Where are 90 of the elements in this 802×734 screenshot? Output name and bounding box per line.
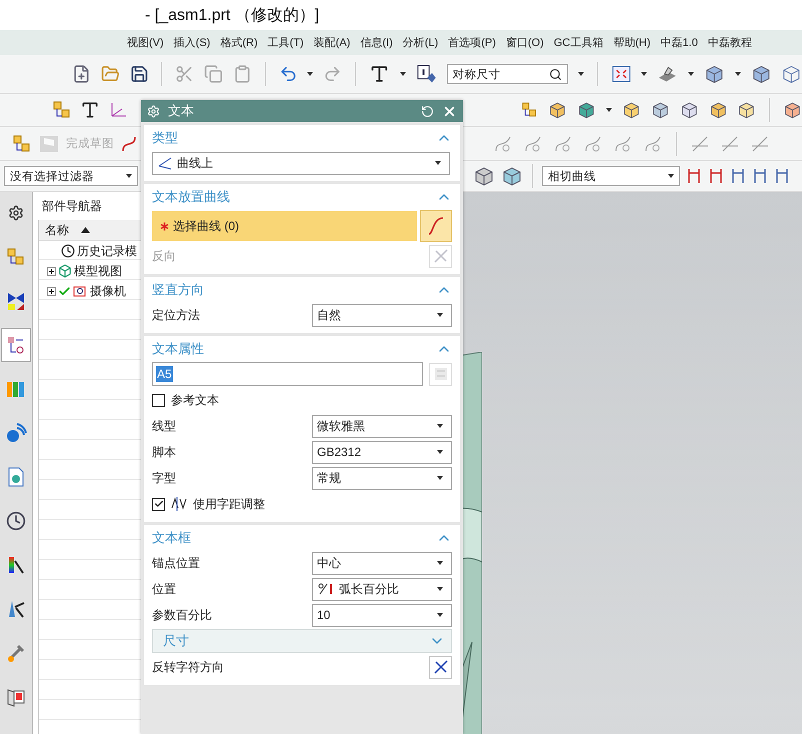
dimension-icon[interactable] xyxy=(686,167,702,185)
command-search-field[interactable]: 对称尺寸 xyxy=(446,64,568,84)
menu-item[interactable]: 插入(S) xyxy=(168,35,216,50)
sort-up-icon[interactable] xyxy=(81,227,90,233)
option-dropdown[interactable]: 弧长百分比 xyxy=(312,578,452,600)
box-icon[interactable] xyxy=(680,100,699,120)
text-input-field[interactable]: A5 xyxy=(152,362,423,386)
section-title[interactable]: 文本属性 xyxy=(152,340,204,358)
menu-item[interactable]: 帮助(H) xyxy=(608,35,656,50)
option-label: 字型 xyxy=(152,470,176,486)
box-icon[interactable] xyxy=(473,166,495,186)
option-dropdown[interactable]: 微软雅黑 xyxy=(312,414,452,438)
tree-item-label[interactable]: 摄像机 xyxy=(90,282,126,300)
option-label: 位置 xyxy=(152,580,176,598)
option-label: 反向 xyxy=(152,248,176,264)
curve-button[interactable] xyxy=(420,210,452,242)
clock-icon xyxy=(61,244,75,258)
checkbox-label: 使用字距调整 xyxy=(193,496,265,512)
section-title[interactable]: 竖直方向 xyxy=(152,281,204,299)
option-dropdown[interactable]: GB2312 xyxy=(312,440,452,464)
type-dropdown[interactable]: 曲线上 xyxy=(152,152,450,174)
option-label: 脚本 xyxy=(152,444,176,460)
cube-icon xyxy=(58,264,72,278)
new-file-icon[interactable] xyxy=(72,64,91,84)
flip-direction-button[interactable] xyxy=(429,656,452,678)
navigator-title: 部件导航器 xyxy=(41,198,103,214)
option-label: 反转字符方向 xyxy=(152,658,224,676)
reset-icon[interactable] xyxy=(421,104,434,118)
part-navigator-icon[interactable] xyxy=(1,328,31,362)
option-label: 锚点位置 xyxy=(152,554,200,572)
list-icon xyxy=(434,367,448,381)
search-icon[interactable] xyxy=(548,68,562,80)
dimension-icon[interactable] xyxy=(708,167,724,185)
curve-arrow-icon xyxy=(157,156,173,170)
menu-item[interactable]: 中磊1.0 xyxy=(656,35,703,50)
sketch-icon[interactable] xyxy=(12,134,32,154)
text-icon[interactable] xyxy=(80,100,100,120)
column-header[interactable]: 名称 xyxy=(45,222,69,238)
checkbox[interactable] xyxy=(152,498,165,510)
camera-icon xyxy=(73,284,88,298)
window-title: - [_asm1.prt （修改的）] xyxy=(145,6,320,26)
menu-item[interactable]: 分析(L) xyxy=(398,35,444,50)
save-icon[interactable] xyxy=(130,64,148,84)
option-label: 线型 xyxy=(152,418,176,434)
checkmark-icon[interactable] xyxy=(58,284,71,298)
expand-toggle-icon[interactable] xyxy=(47,286,56,296)
box-icon[interactable] xyxy=(622,100,641,120)
menu-item[interactable]: 装配(A) xyxy=(308,35,356,50)
text-icon[interactable] xyxy=(369,63,390,85)
shaded-view-icon[interactable] xyxy=(657,64,678,84)
line-icon[interactable] xyxy=(720,134,740,154)
checkbox-label: 参考文本 xyxy=(171,392,219,408)
info-icon[interactable] xyxy=(416,63,437,85)
section-title[interactable]: 文本框 xyxy=(152,529,191,547)
selection-filter-dropdown[interactable]: 没有选择过滤器 xyxy=(4,166,138,186)
fit-view-icon[interactable] xyxy=(610,64,632,84)
box-icon[interactable] xyxy=(783,100,802,120)
menu-item[interactable]: 信息(I) xyxy=(355,35,398,50)
menu-item[interactable]: 格式(R) xyxy=(215,35,263,50)
section-title[interactable]: 文本放置曲线 xyxy=(152,188,230,206)
sketch-icon[interactable] xyxy=(52,100,72,120)
box-icon[interactable] xyxy=(501,166,523,186)
tree-item-label[interactable]: 模型视图 xyxy=(74,262,122,280)
section-title[interactable]: 类型 xyxy=(152,129,178,147)
crossed-arrows-icon xyxy=(432,659,448,675)
tree-item-label[interactable]: 历史记录模 xyxy=(77,242,137,260)
dialog-title: 文本 xyxy=(168,102,195,120)
line-icon[interactable] xyxy=(690,134,710,154)
select-curve-field[interactable]: 选择曲线 (0) xyxy=(152,211,417,241)
option-label: 定位方法 xyxy=(152,306,200,324)
undo-icon[interactable] xyxy=(278,64,298,84)
menu-item[interactable]: 首选项(P) xyxy=(443,35,501,50)
expand-toggle-icon[interactable] xyxy=(47,266,56,276)
option-dropdown[interactable]: 10 xyxy=(312,604,452,626)
cube-icon[interactable] xyxy=(704,64,725,84)
option-dropdown[interactable]: 常规 xyxy=(312,466,452,490)
menu-item[interactable]: 视图(V) xyxy=(122,35,169,50)
option-label: 参数百分比 xyxy=(152,606,212,624)
crossed-arrows-icon xyxy=(432,248,448,264)
menu-item[interactable]: 窗口(O) xyxy=(500,35,549,50)
menu-item[interactable]: 工具(T) xyxy=(262,35,309,50)
curve-icon xyxy=(427,215,445,237)
option-dropdown[interactable]: 自然 xyxy=(312,304,452,326)
checkbox[interactable] xyxy=(152,394,165,406)
menu-item[interactable]: 中磊教程 xyxy=(702,35,757,50)
menu-item[interactable]: GC工具箱 xyxy=(548,35,608,50)
cube-icon[interactable] xyxy=(750,64,772,84)
wireframe-cube-icon[interactable] xyxy=(781,64,802,84)
curve-rule-dropdown[interactable]: 相切曲线 xyxy=(542,166,680,186)
option-dropdown[interactable]: 中心 xyxy=(312,552,452,574)
